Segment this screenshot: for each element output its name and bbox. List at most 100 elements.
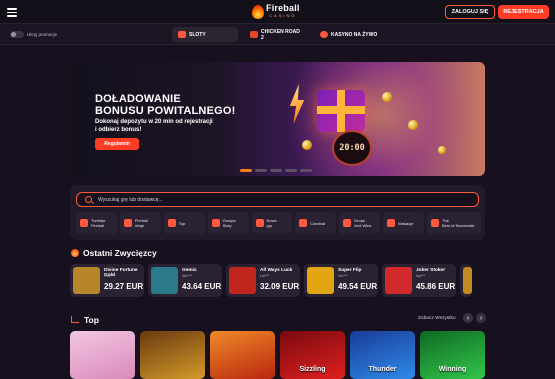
- banner-title: DOŁADOWANIE BONUSU POWITALNEGO!: [95, 93, 235, 117]
- winner-amount: 32.09 EUR: [260, 282, 300, 291]
- game-tile[interactable]: Winning: [420, 331, 485, 379]
- category-drops-and-wins[interactable]: Drops And Wins: [339, 212, 381, 234]
- carousel-dot[interactable]: [300, 169, 312, 172]
- winner-card[interactable]: Gemix Ale*** 43.64 EUR: [148, 264, 222, 297]
- terms-button[interactable]: Regulamin: [95, 138, 139, 150]
- game-title: Winning: [438, 366, 467, 373]
- winner-card[interactable]: Joker Stoker lay*** 45.86 EUR: [382, 264, 456, 297]
- winner-amount: 49.54 EUR: [338, 282, 378, 291]
- promo-banner[interactable]: 20:00 DOŁADOWANIE BONUSU POWITALNEGO! Do…: [70, 62, 485, 176]
- top-chart-icon: [167, 219, 176, 227]
- search-input[interactable]: Wyszukaj grę lub dostawcę...: [76, 192, 479, 207]
- game-title: Sizzling: [299, 366, 326, 373]
- game-tile[interactable]: [210, 331, 275, 379]
- game-tile[interactable]: Thunder: [350, 331, 415, 379]
- fireball-logo[interactable]: Fireball CASINO: [252, 4, 300, 20]
- banner-subtitle: Dokonaj depozytu w 20 min od rejestracji…: [95, 119, 213, 134]
- coin-decoration: [302, 140, 312, 150]
- tab-chicken-road[interactable]: CHICKEN ROAD 2: [244, 27, 310, 42]
- tab-live-casino[interactable]: KASYNO NA ŻYWO: [314, 27, 384, 42]
- login-button[interactable]: ZALOGUJ SIĘ: [445, 5, 495, 19]
- category-carnival[interactable]: Carnival: [295, 212, 337, 234]
- carnival-icon: [299, 219, 308, 227]
- new-badge-icon: [255, 219, 264, 227]
- category-label: Carnival: [310, 220, 326, 226]
- missions-icon: [123, 219, 132, 227]
- banner-title-line: DOŁADOWANIE: [95, 93, 181, 105]
- see-all-link[interactable]: Zobacz Wszystko: [418, 316, 456, 321]
- category-bar: Turnieje Fireball Fireball misje Top Gorąc…: [76, 212, 482, 236]
- star-icon: [431, 219, 439, 227]
- game-title: Thunder: [368, 366, 397, 373]
- winner-card-partial[interactable]: [460, 264, 472, 297]
- winner-game-name: Super Flip: [338, 268, 362, 273]
- coin-decoration: [438, 146, 446, 154]
- game-thumbnail: [385, 267, 412, 294]
- winner-card[interactable]: Super Flip Vic*** 49.54 EUR: [304, 264, 378, 297]
- hide-promotions-label: Ukryj promocje: [27, 32, 58, 37]
- category-best-of-novomatic[interactable]: The Best of Novomatic: [427, 212, 482, 234]
- winner-username: Lei***: [260, 274, 270, 278]
- winner-game-name: All Ways Luck: [260, 268, 293, 273]
- carousel-dot[interactable]: [255, 169, 267, 172]
- category-label: Drops And Wins: [354, 218, 372, 228]
- gift-box-illustration: [317, 90, 365, 132]
- chevron-left-icon[interactable]: ‹: [463, 313, 473, 323]
- game-tile[interactable]: [70, 331, 135, 379]
- winner-card[interactable]: Divine Fortune Gold Gob*** 29.27 EUR: [70, 264, 144, 297]
- fireball-icon: [71, 249, 79, 257]
- game-thumbnail: [151, 267, 178, 294]
- game-tile[interactable]: Sizzling: [280, 331, 345, 379]
- game-thumbnail: [463, 267, 472, 294]
- coin-decoration: [408, 120, 418, 130]
- vacation-icon: [387, 219, 396, 227]
- countdown-clock: 20:00: [332, 130, 372, 166]
- carousel-dot[interactable]: [285, 169, 297, 172]
- winner-game-name: Joker Stoker: [416, 268, 446, 273]
- category-top[interactable]: Top: [163, 212, 205, 234]
- top-games-row: Sizzling Thunder Winning: [70, 331, 555, 379]
- winner-amount: 29.27 EUR: [104, 282, 144, 291]
- category-label: The Best of Novomatic: [442, 218, 475, 228]
- winners-section-title: Ostatni Zwycięzcy: [83, 248, 157, 258]
- winner-amount: 43.64 EUR: [182, 282, 222, 291]
- category-tournaments[interactable]: Turnieje Fireball: [76, 212, 117, 234]
- game-thumbnail: [307, 267, 334, 294]
- category-hot-slots[interactable]: Gorące Sloty: [207, 212, 249, 234]
- category-label: Gorące Sloty: [222, 218, 236, 228]
- winner-username: Vic***: [338, 274, 348, 278]
- chicken-icon: [250, 31, 258, 38]
- carousel-dot[interactable]: [240, 169, 252, 172]
- register-button[interactable]: REJESTRACJA: [498, 5, 549, 19]
- carousel-dot[interactable]: [270, 169, 282, 172]
- winner-username: lay***: [416, 274, 426, 278]
- winner-username: Gob***: [104, 274, 116, 278]
- game-thumbnail: [73, 267, 100, 294]
- category-label: Top: [178, 220, 186, 226]
- banner-glow: [270, 62, 485, 176]
- category-label: Fireball misje: [134, 218, 148, 228]
- winner-card[interactable]: All Ways Luck Lei*** 32.09 EUR: [226, 264, 300, 297]
- game-tile[interactable]: [140, 331, 205, 379]
- winners-list: Divine Fortune Gold Gob*** 29.27 EUR Gem…: [70, 264, 555, 297]
- hide-promotions-toggle[interactable]: [10, 31, 24, 38]
- category-missions[interactable]: Fireball misje: [119, 212, 161, 234]
- chevron-right-icon[interactable]: ›: [476, 313, 486, 323]
- winner-username: Ale***: [182, 274, 192, 278]
- logo-title: Fireball: [266, 3, 300, 13]
- hamburger-menu-icon[interactable]: [7, 8, 17, 17]
- drops-icon: [343, 219, 352, 227]
- category-label: Wakacje: [398, 220, 414, 226]
- flame-icon: [252, 5, 264, 19]
- sub-navigation: Ukryj promocje SLOTY CHICKEN ROAD 2 KASY…: [0, 24, 555, 45]
- top-chart-icon: [71, 316, 79, 323]
- category-new-games[interactable]: Nowe gry: [251, 212, 293, 234]
- tab-label: KASYNO NA ŻYWO: [331, 31, 378, 38]
- category-label: Nowe gry: [266, 218, 277, 228]
- banner-subtitle-line: i odbierz bonus!: [95, 126, 142, 133]
- category-vacation[interactable]: Wakacje: [383, 212, 424, 234]
- clock-text: 20:00: [339, 143, 365, 153]
- category-label: Turnieje Fireball: [91, 218, 106, 228]
- search-placeholder: Wyszukaj grę lub dostawcę...: [98, 197, 163, 203]
- tab-slots[interactable]: SLOTY: [172, 27, 238, 42]
